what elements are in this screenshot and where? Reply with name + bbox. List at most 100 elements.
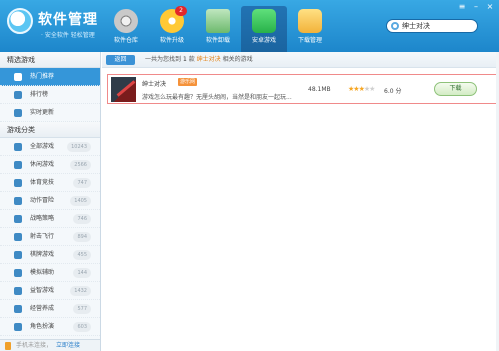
grid-icon [14,143,22,151]
android-games-icon [252,9,276,33]
sidebar-item-label: 全部游戏 [30,143,55,150]
summary-prefix: 一共为您找到 [145,56,182,63]
close-icon[interactable]: × [485,2,495,12]
connect-now-link[interactable]: 立即连接 [56,342,80,349]
trophy-icon [14,91,22,99]
count-badge: 2566 [70,160,91,170]
sidebar-item-rpg[interactable]: 角色扮演 603 [0,318,100,336]
rating-score: 6.0 分 [384,88,402,95]
nav-label: 安卓游戏 [251,37,276,44]
sidebar-item-board[interactable]: 棋牌游戏 455 [0,246,100,264]
top-nav: 软件仓库 2 软件升级 软件卸载 安卓游戏 下载管理 [103,6,333,52]
nav-android-games[interactable]: 安卓游戏 [241,6,287,52]
sidebar-item-label: 棋牌游戏 [30,251,55,258]
sidebar-item-label: 排行榜 [30,91,49,98]
count-badge: 747 [73,178,91,188]
summary-suffix: 相关的游戏 [222,56,253,63]
sidebar-item-management[interactable]: 经营养成 577 [0,300,100,318]
menu-icon[interactable]: ≡ [457,2,467,12]
sidebar-item-label: 益智游戏 [30,287,55,294]
sidebar-item-updates[interactable]: 实时更新 [0,104,100,122]
ball-icon [14,179,22,187]
back-button[interactable]: 返回 [106,55,135,65]
minimize-icon[interactable]: – [471,2,481,12]
sidebar-item-label: 实时更新 [30,109,55,116]
summary-count: 1 [182,56,187,63]
summary-mid: 款 [188,56,195,63]
download-button[interactable]: 下载 [434,82,477,96]
sidebar-item-label: 热门推荐 [30,73,55,80]
results-bar: 返回 一共为您找到 1 款 绅士对决 相关的游戏 [102,52,499,68]
upgrade-count-badge: 2 [175,6,187,16]
star-empty-icon: ★ [369,85,375,93]
wrench-icon [14,269,22,277]
phone-connection-status: 手机未连接， 立即连接 [0,339,100,351]
game-description: 游戏怎么玩最有趣？无厘头胡闹，当然是和朋友一起玩... [142,94,292,101]
count-badge: 746 [73,214,91,224]
sidebar-item-hot[interactable]: 热门推荐 [0,68,100,86]
app-title: 软件管理 [38,12,98,28]
uninstall-icon [206,9,230,33]
featured-section-title: 精选游戏 [0,52,100,68]
rating-stars: ★★★★★ [348,85,375,93]
count-badge: 603 [73,322,91,332]
game-size: 48.1MB [308,86,331,93]
sidebar-item-label: 战略策略 [30,215,55,222]
count-badge: 1432 [70,286,91,296]
app-subtitle: · 安全软件 轻松管理 [41,32,95,39]
sidebar-item-casual[interactable]: 休闲游戏 2566 [0,156,100,174]
nav-software-store[interactable]: 软件仓库 [103,6,149,52]
app-logo-icon [7,8,33,34]
search-icon[interactable] [391,22,399,30]
download-icon [298,9,322,33]
sidebar-item-action[interactable]: 动作冒险 1405 [0,192,100,210]
count-badge: 894 [73,232,91,242]
store-disc-icon [114,9,138,33]
category-section-title: 游戏分类 [0,122,100,138]
result-item[interactable]: 绅士对决 游乐网 游戏怎么玩最有趣？无厘头胡闹，当然是和朋友一起玩... 48.… [107,74,497,104]
clock-icon [14,109,22,117]
nav-software-upgrade[interactable]: 2 软件升级 [149,6,195,52]
puzzle-icon [14,287,22,295]
nav-software-uninstall[interactable]: 软件卸载 [195,6,241,52]
nav-label: 软件仓库 [113,37,138,44]
sidebar-item-label: 休闲游戏 [30,161,55,168]
sidebar-item-puzzle[interactable]: 益智游戏 1432 [0,282,100,300]
hot-icon [14,73,22,81]
cards-icon [14,251,22,259]
sidebar-item-label: 动作冒险 [30,197,55,204]
sidebar-item-all[interactable]: 全部游戏 10243 [0,138,100,156]
nav-label: 软件升级 [159,37,184,44]
sidebar-item-label: 经营养成 [30,305,55,312]
connection-text: 手机未连接， [16,342,53,349]
sidebar-item-simulation[interactable]: 模拟辅助 144 [0,264,100,282]
results-summary: 一共为您找到 1 款 绅士对决 相关的游戏 [145,52,253,68]
nav-download-manager[interactable]: 下载管理 [287,6,333,52]
count-badge: 1405 [70,196,91,206]
sidebar-item-sports[interactable]: 体育竞技 747 [0,174,100,192]
game-name: 绅士对决 [142,81,167,88]
sidebar-item-label: 体育竞技 [30,179,55,186]
phone-icon [5,342,11,350]
sidebar-item-strategy[interactable]: 战略策略 746 [0,210,100,228]
search-input[interactable] [402,21,472,31]
runner-icon [14,197,22,205]
sidebar-item-shooting[interactable]: 射击飞行 894 [0,228,100,246]
count-badge: 10243 [67,142,91,152]
nav-label: 下载管理 [297,37,322,44]
source-tag: 游乐网 [178,78,198,86]
plane-icon [14,233,22,241]
search-box [386,19,478,33]
sidebar-item-label: 模拟辅助 [30,269,55,276]
sidebar: 精选游戏 热门推荐 排行榜 实时更新 游戏分类 全部游戏 10243 休闲游戏 … [0,52,101,351]
nav-label: 软件卸载 [205,37,230,44]
count-badge: 577 [73,304,91,314]
casual-icon [14,161,22,169]
sidebar-item-label: 射击飞行 [30,233,55,240]
download-label: 下载 [449,85,462,92]
main-panel: 返回 一共为您找到 1 款 绅士对决 相关的游戏 绅士对决 游乐网 游戏怎么玩最… [102,52,499,351]
strategy-icon [14,215,22,223]
title-bar: 软件管理 · 安全软件 轻松管理 软件仓库 2 软件升级 软件卸载 安卓游戏 下… [0,0,499,52]
count-badge: 455 [73,250,91,260]
sidebar-item-ranking[interactable]: 排行榜 [0,86,100,104]
